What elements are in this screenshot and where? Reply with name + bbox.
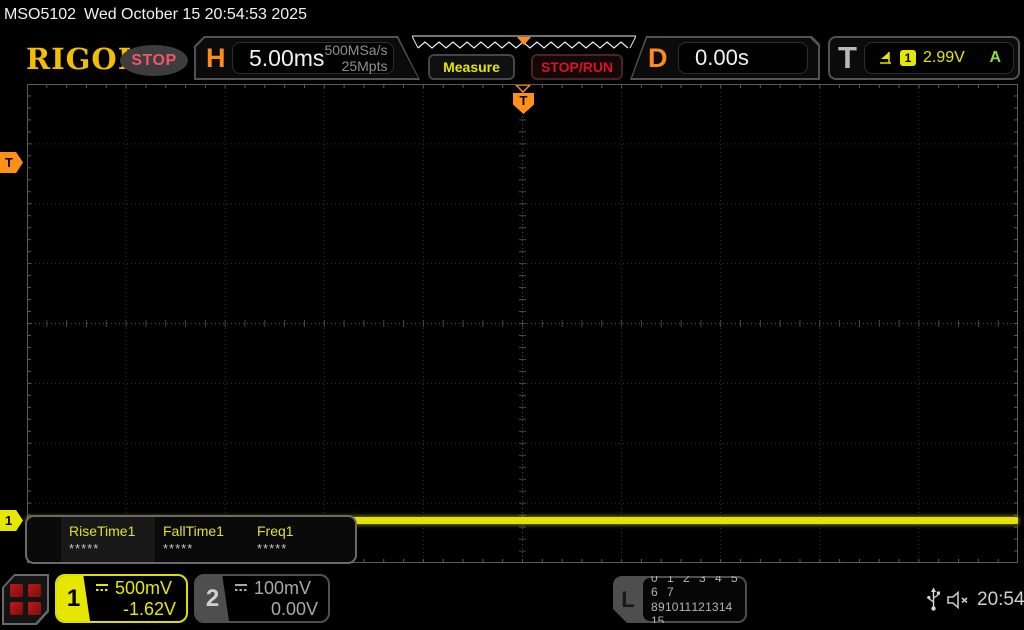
- acquisition-state-badge: STOP: [120, 45, 188, 76]
- measurement-value: *****: [257, 541, 288, 556]
- measurement-item[interactable]: Freq1 *****: [249, 517, 343, 562]
- trigger-display: 1 2.99V A: [864, 42, 1014, 74]
- dc-coupling-icon: [96, 584, 108, 591]
- memory-depth: 25Mpts: [341, 58, 388, 74]
- timebase-value: 5.00ms: [249, 44, 325, 71]
- horizontal-panel[interactable]: H 5.00ms 500MSa/s 25Mpts: [194, 36, 420, 80]
- measurement-label: FallTime1: [163, 523, 224, 539]
- grid-lines: [27, 84, 1018, 563]
- delay-panel[interactable]: D 0.00s: [630, 36, 820, 80]
- speaker-muted-icon: [947, 590, 968, 610]
- dc-coupling-icon: [235, 584, 247, 591]
- measurement-panel-spacer: [27, 517, 61, 562]
- date-time: Wed October 15 20:54:53 2025: [84, 6, 307, 23]
- digital-channels-row2: 8 9 10 11 12 13 14 15: [651, 600, 733, 623]
- trigger-source-badge: 1: [900, 50, 916, 66]
- channel1-offset: -1.62V: [122, 598, 176, 619]
- logic-analyzer-block[interactable]: L 0 1 2 3 4 5 6 7 8 9 10 11 12 13 14 15: [613, 576, 747, 623]
- channel1-offset-marker[interactable]: 1: [0, 510, 23, 531]
- measurement-value: *****: [163, 541, 194, 556]
- trigger-mode: A: [989, 49, 1001, 66]
- digital-channels-row1: 0 1 2 3 4 5 6 7: [651, 576, 741, 599]
- channel2-offset: 0.00V: [270, 598, 318, 619]
- waveform-overview-strip[interactable]: [412, 35, 636, 51]
- channel1-status-block[interactable]: 1 500mV -1.62V: [55, 574, 188, 623]
- main-menu-button[interactable]: [2, 574, 49, 625]
- channel1-tab: 1: [57, 576, 90, 621]
- delay-badge: D: [648, 42, 668, 73]
- usb-icon: [927, 587, 940, 611]
- delay-value: 0.00s: [695, 45, 749, 70]
- measurement-label: RiseTime1: [69, 523, 136, 539]
- measurement-results-panel[interactable]: RiseTime1 ***** FallTime1 ***** Freq1 **…: [25, 515, 357, 564]
- trigger-badge: T: [838, 40, 857, 75]
- trigger-panel[interactable]: T 1 2.99V A: [828, 36, 1020, 80]
- timebase-display: 5.00ms 500MSa/s 25Mpts: [232, 42, 394, 74]
- measurement-item[interactable]: FallTime1 *****: [155, 517, 249, 562]
- oscilloscope-screen: MSO5102 Wed October 15 20:54:53 2025 RIG…: [0, 0, 1024, 630]
- channel2-tab: 2: [196, 576, 229, 621]
- waveform-graticule: [27, 84, 1018, 563]
- channel2-status-block[interactable]: 2 100mV 0.00V: [194, 574, 330, 623]
- menu-grid-icon: [10, 584, 41, 615]
- delay-display: 0.00s: [678, 42, 808, 74]
- trigger-level-value: 2.99V: [923, 49, 965, 66]
- logic-analyzer-tab: L: [621, 586, 635, 612]
- stop-run-button[interactable]: STOP/RUN: [531, 54, 623, 80]
- sample-rate-display: 500MSa/s 25Mpts: [324, 42, 395, 74]
- measurement-value: *****: [69, 541, 100, 556]
- sample-rate: 500MSa/s: [324, 41, 388, 58]
- trigger-position-pointer-icon: [515, 85, 531, 93]
- rising-edge-trigger-icon: [880, 52, 891, 64]
- horizontal-badge: H: [206, 42, 226, 73]
- channel2-scale: 100mV: [254, 577, 312, 598]
- status-bar: MSO5102 Wed October 15 20:54:53 2025: [0, 0, 1024, 30]
- measurement-label: Freq1: [257, 523, 294, 539]
- clock: 20:54: [977, 589, 1024, 610]
- model-name: MSO5102: [4, 6, 77, 23]
- trigger-level-marker[interactable]: T: [0, 152, 23, 173]
- measure-button[interactable]: Measure: [428, 54, 515, 80]
- channel1-scale: 500mV: [115, 577, 173, 598]
- measurement-item[interactable]: RiseTime1 *****: [61, 517, 155, 562]
